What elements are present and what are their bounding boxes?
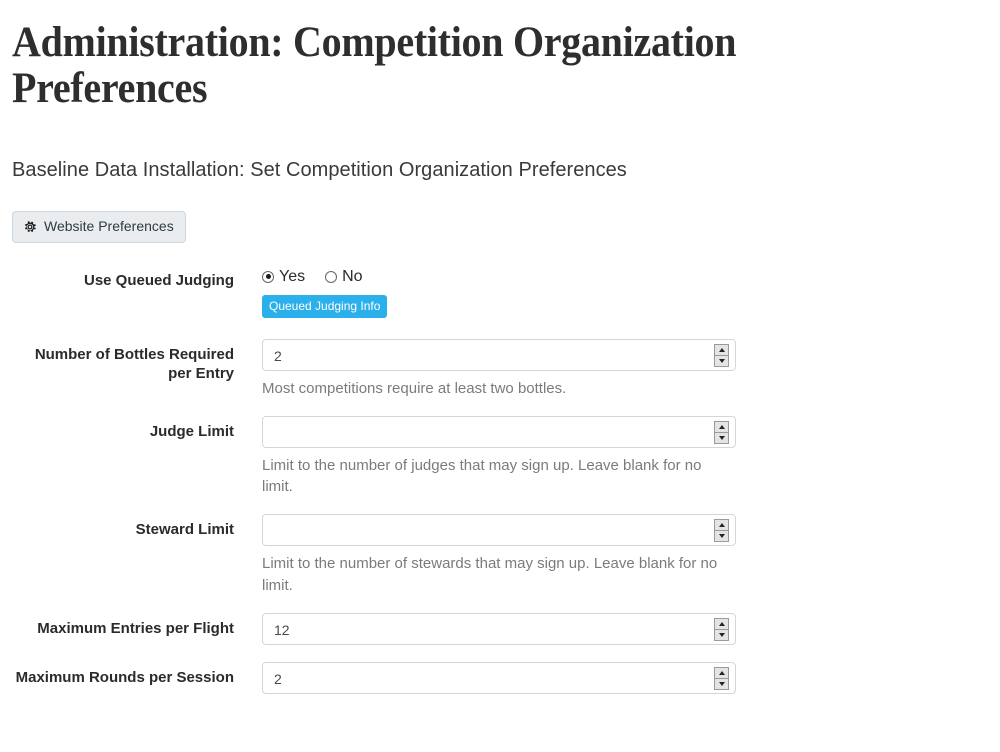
label-max-rounds-per-session: Maximum Rounds per Session: [15, 669, 234, 687]
steward-limit-stepper[interactable]: [714, 519, 729, 543]
max-entries-per-flight-input[interactable]: 12: [262, 613, 736, 646]
control-max-rounds-per-session: 2: [262, 662, 736, 695]
label-steward-limit: Steward Limit: [135, 521, 234, 539]
radio-dot-no[interactable]: [325, 270, 338, 283]
label-bottles-required: Number of Bottles Required per Entry: [34, 345, 234, 383]
stepper-up-icon[interactable]: [715, 668, 728, 680]
preferences-form: Use Queued Judging Yes No Queued Judging…: [12, 243, 988, 695]
gear-icon: [23, 220, 37, 234]
help-judge-limit: Limit to the number of judges that may s…: [262, 456, 702, 496]
stepper-down-icon[interactable]: [715, 433, 728, 443]
bottles-required-value: 2: [274, 347, 282, 364]
label-use-queued-judging: Use Queued Judging: [83, 271, 234, 289]
queued-judging-info-badge[interactable]: Queued Judging Info: [262, 294, 388, 318]
stepper-up-icon[interactable]: [715, 520, 728, 532]
bottles-required-input[interactable]: 2: [262, 338, 736, 371]
website-preferences-label: Website Preferences: [44, 218, 174, 235]
control-use-queued-judging: Yes No Queued Judging Info: [262, 265, 736, 318]
form-row-max-rounds-per-session: Maximum Rounds per Session 2: [12, 662, 988, 695]
form-row-steward-limit: Steward Limit Limit to the number of ste…: [12, 514, 988, 596]
bottles-required-stepper[interactable]: [714, 343, 729, 367]
stepper-up-icon[interactable]: [715, 422, 728, 433]
page-container: Administration: Competition Organization…: [0, 0, 1000, 695]
label-judge-limit: Judge Limit: [149, 422, 234, 440]
help-steward-limit: Limit to the number of stewards that may…: [262, 555, 718, 594]
tab-bar: Website Preferences: [12, 182, 988, 243]
stepper-down-icon[interactable]: [715, 630, 728, 640]
website-preferences-button[interactable]: Website Preferences: [12, 211, 186, 243]
form-row-bottles-required: Number of Bottles Required per Entry 2 M…: [12, 338, 988, 399]
max-rounds-per-session-value: 2: [274, 671, 282, 688]
judge-limit-input[interactable]: [262, 415, 736, 448]
radio-label-yes: Yes: [279, 267, 306, 285]
radio-queued-judging-yes[interactable]: Yes: [262, 267, 306, 285]
judge-limit-stepper[interactable]: [714, 420, 729, 444]
page-title: Administration: Competition Organization…: [12, 19, 737, 112]
stepper-up-icon[interactable]: [715, 345, 728, 356]
max-entries-per-flight-stepper[interactable]: [714, 618, 729, 642]
radio-label-no: No: [342, 267, 363, 285]
max-rounds-per-session-input[interactable]: 2: [262, 662, 736, 695]
control-max-entries-per-flight: 12: [262, 613, 736, 646]
stepper-down-icon[interactable]: [715, 531, 728, 541]
form-row-max-entries-per-flight: Maximum Entries per Flight 12: [12, 613, 988, 646]
control-steward-limit: Limit to the number of stewards that may…: [262, 514, 736, 596]
max-entries-per-flight-value: 12: [274, 622, 290, 639]
form-row-queued-judging: Use Queued Judging Yes No Queued Judging…: [12, 265, 988, 318]
form-row-judge-limit: Judge Limit Limit to the number of judge…: [12, 415, 988, 498]
page-subtitle: Baseline Data Installation: Set Competit…: [12, 159, 627, 182]
help-bottles-required: Most competitions require at least two b…: [262, 379, 567, 397]
radio-group-queued-judging: Yes No: [262, 265, 736, 285]
stepper-down-icon[interactable]: [715, 356, 728, 366]
control-bottles-required: 2 Most competitions require at least two…: [262, 338, 736, 399]
stepper-down-icon[interactable]: [715, 679, 728, 689]
radio-queued-judging-no[interactable]: No: [325, 267, 363, 285]
max-rounds-per-session-stepper[interactable]: [714, 667, 729, 691]
control-judge-limit: Limit to the number of judges that may s…: [262, 415, 736, 498]
radio-dot-yes[interactable]: [262, 270, 274, 283]
label-max-entries-per-flight: Maximum Entries per Flight: [37, 620, 234, 638]
steward-limit-input[interactable]: [262, 514, 736, 547]
stepper-up-icon[interactable]: [715, 619, 728, 631]
